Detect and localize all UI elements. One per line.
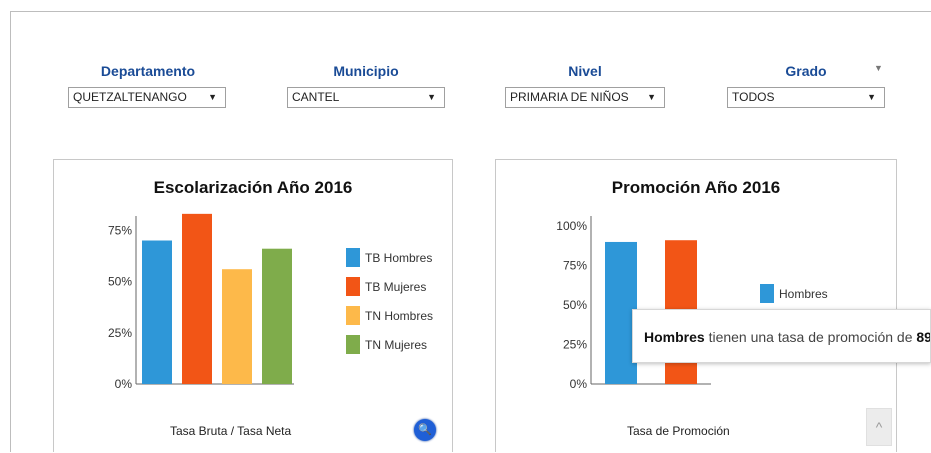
promocion-chart: 0% 25% 50% 75% 100% Hombres <box>556 216 828 391</box>
y-tick-label: 50% <box>563 298 587 312</box>
escolarizacion-chart: 0% 25% 50% 75% TB Hombres TB Mujeres TN Hombre… <box>108 213 433 391</box>
chevron-up-icon: ^ <box>875 419 883 435</box>
legend-swatch <box>346 248 360 267</box>
chart-caption: Tasa Bruta / Tasa Neta <box>170 424 292 438</box>
bar-tb-hombres <box>142 240 172 384</box>
departamento-value: QUETZALTENANGO <box>73 90 187 104</box>
departamento-label: Departamento <box>100 63 196 79</box>
chevron-down-icon: ▼ <box>647 92 656 102</box>
tooltip-value: 89,9% <box>916 329 931 345</box>
promocion-panel: Promoción Año 2016 0% 25% 50% 75% 100% Hombre… <box>495 159 897 452</box>
chevron-down-icon: ▼ <box>427 92 436 102</box>
bar-tb-mujeres <box>182 213 212 384</box>
bar-tn-hombres <box>222 269 252 384</box>
magnifier-icon: 🔍 <box>418 424 432 436</box>
chevron-down-icon: ▼ <box>208 92 217 102</box>
municipio-label: Municipio <box>333 63 399 79</box>
y-tick-label: 0% <box>570 377 588 391</box>
grado-label: Grado <box>785 63 827 79</box>
escolarizacion-panel: Escolarización Año 2016 0% 25% 50% 75% TB Ho… <box>53 159 453 452</box>
scroll-to-top-button[interactable]: ^ <box>866 408 892 446</box>
y-tick-label: 75% <box>563 259 587 273</box>
y-tick-label: 25% <box>563 338 587 352</box>
departamento-select[interactable]: QUETZALTENANGO ▼ <box>68 87 226 108</box>
bar-tn-mujeres <box>262 248 292 384</box>
frame-left-border <box>10 11 11 452</box>
legend-label: TB Hombres <box>365 251 432 265</box>
legend-swatch <box>346 306 360 325</box>
legend-swatch <box>760 284 774 303</box>
chevron-down-icon: ▼ <box>867 92 876 102</box>
tooltip-text: tienen una tasa de promoción de <box>704 329 917 345</box>
municipio-select[interactable]: CANTEL ▼ <box>287 87 445 108</box>
grado-select[interactable]: TODOS ▼ <box>727 87 885 108</box>
grado-value: TODOS <box>732 90 775 104</box>
y-tick-label: 50% <box>108 275 132 289</box>
y-tick-label: 100% <box>556 219 587 233</box>
y-tick-label: 0% <box>115 377 133 391</box>
zoom-button[interactable]: 🔍 <box>414 419 436 441</box>
chart-tooltip: Hombres tienen una tasa de promoción de … <box>632 309 931 363</box>
legend-label: TN Hombres <box>365 309 433 323</box>
y-tick-label: 25% <box>108 326 132 340</box>
nivel-value: PRIMARIA DE NIÑOS <box>510 90 629 104</box>
nivel-label: Nivel <box>568 63 602 79</box>
tooltip-subject: Hombres <box>644 329 705 345</box>
legend-label: TN Mujeres <box>365 338 427 352</box>
legend-swatch <box>346 335 360 354</box>
frame-top-border <box>10 11 931 12</box>
chart-caption: Tasa de Promoción <box>627 424 730 438</box>
legend-label: Hombres <box>779 287 828 301</box>
y-tick-label: 75% <box>108 223 132 237</box>
nivel-select[interactable]: PRIMARIA DE NIÑOS ▼ <box>505 87 665 108</box>
chevron-down-icon: ▼ <box>874 63 883 73</box>
municipio-value: CANTEL <box>292 90 340 104</box>
legend-swatch <box>346 277 360 296</box>
legend-label: TB Mujeres <box>365 280 426 294</box>
